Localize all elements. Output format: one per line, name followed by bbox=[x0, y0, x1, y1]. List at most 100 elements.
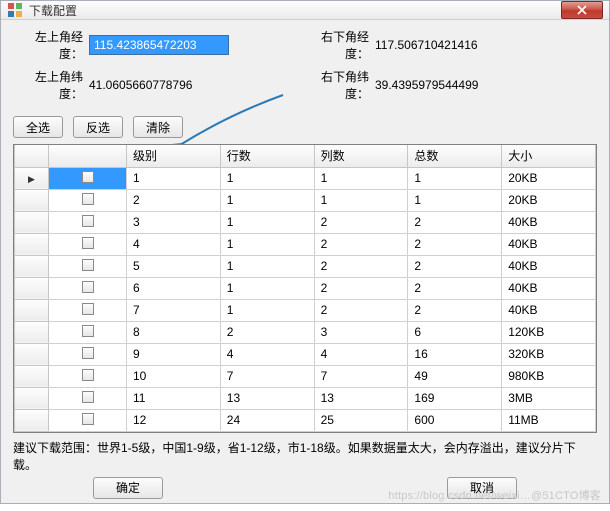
cell-rows[interactable]: 1 bbox=[220, 167, 314, 189]
cell-size[interactable]: 40KB bbox=[502, 299, 596, 321]
cell-cols[interactable]: 1 bbox=[314, 189, 408, 211]
row-checkbox-cell[interactable] bbox=[49, 409, 127, 431]
cell-cols[interactable]: 2 bbox=[314, 299, 408, 321]
cell-level[interactable]: 10 bbox=[127, 365, 221, 387]
cell-cols[interactable]: 2 bbox=[314, 277, 408, 299]
row-checkbox-cell[interactable] bbox=[49, 255, 127, 277]
cell-total[interactable]: 2 bbox=[408, 299, 502, 321]
cell-total[interactable]: 16 bbox=[408, 343, 502, 365]
cell-size[interactable]: 20KB bbox=[502, 189, 596, 211]
row-header[interactable] bbox=[15, 277, 49, 299]
cell-level[interactable]: 2 bbox=[127, 189, 221, 211]
checkbox-icon[interactable] bbox=[82, 391, 94, 403]
row-header[interactable] bbox=[15, 167, 49, 189]
checkbox-icon[interactable] bbox=[82, 325, 94, 337]
row-header[interactable] bbox=[15, 321, 49, 343]
cell-rows[interactable]: 4 bbox=[220, 343, 314, 365]
cell-level[interactable]: 9 bbox=[127, 343, 221, 365]
cell-level[interactable]: 8 bbox=[127, 321, 221, 343]
cell-rows[interactable]: 1 bbox=[220, 299, 314, 321]
cell-level[interactable]: 11 bbox=[127, 387, 221, 409]
cell-rows[interactable]: 1 bbox=[220, 189, 314, 211]
checkbox-icon[interactable] bbox=[82, 215, 94, 227]
row-checkbox-cell[interactable] bbox=[49, 387, 127, 409]
cell-rows[interactable]: 24 bbox=[220, 409, 314, 431]
checkbox-icon[interactable] bbox=[82, 281, 94, 293]
row-header[interactable] bbox=[15, 255, 49, 277]
cell-total[interactable]: 6 bbox=[408, 321, 502, 343]
cell-total[interactable]: 1 bbox=[408, 167, 502, 189]
close-button[interactable] bbox=[561, 1, 603, 19]
row-checkbox-cell[interactable] bbox=[49, 321, 127, 343]
data-grid[interactable]: 级别 行数 列数 总数 大小 111120KB211120KB312240KB4… bbox=[13, 144, 597, 433]
clear-button[interactable]: 清除 bbox=[133, 116, 183, 138]
cell-rows[interactable]: 1 bbox=[220, 255, 314, 277]
cell-cols[interactable]: 2 bbox=[314, 233, 408, 255]
col-cols[interactable]: 列数 bbox=[314, 145, 408, 167]
row-checkbox-cell[interactable] bbox=[49, 189, 127, 211]
cell-size[interactable]: 980KB bbox=[502, 365, 596, 387]
row-checkbox-cell[interactable] bbox=[49, 365, 127, 387]
row-header[interactable] bbox=[15, 211, 49, 233]
cell-size[interactable]: 20KB bbox=[502, 167, 596, 189]
row-checkbox-cell[interactable] bbox=[49, 233, 127, 255]
row-header[interactable] bbox=[15, 343, 49, 365]
cell-size[interactable]: 40KB bbox=[502, 255, 596, 277]
row-header[interactable] bbox=[15, 233, 49, 255]
cell-size[interactable]: 3MB bbox=[502, 387, 596, 409]
row-checkbox-cell[interactable] bbox=[49, 343, 127, 365]
cell-total[interactable]: 49 bbox=[408, 365, 502, 387]
col-total[interactable]: 总数 bbox=[408, 145, 502, 167]
row-checkbox-cell[interactable] bbox=[49, 211, 127, 233]
invert-select-button[interactable]: 反选 bbox=[73, 116, 123, 138]
ok-button[interactable]: 确定 bbox=[93, 477, 163, 499]
cell-total[interactable]: 1 bbox=[408, 189, 502, 211]
checkbox-icon[interactable] bbox=[82, 413, 94, 425]
checkbox-icon[interactable] bbox=[82, 193, 94, 205]
col-rows[interactable]: 行数 bbox=[220, 145, 314, 167]
cell-level[interactable]: 12 bbox=[127, 409, 221, 431]
table-row[interactable]: 412240KB bbox=[15, 233, 596, 255]
row-checkbox-cell[interactable] bbox=[49, 277, 127, 299]
row-header[interactable] bbox=[15, 409, 49, 431]
row-checkbox-cell[interactable] bbox=[49, 299, 127, 321]
cell-rows[interactable]: 1 bbox=[220, 211, 314, 233]
tl-lon-input[interactable] bbox=[89, 35, 229, 55]
cell-level[interactable]: 5 bbox=[127, 255, 221, 277]
cell-level[interactable]: 1 bbox=[127, 167, 221, 189]
checkbox-icon[interactable] bbox=[82, 259, 94, 271]
table-row[interactable]: 8236120KB bbox=[15, 321, 596, 343]
cell-cols[interactable]: 2 bbox=[314, 211, 408, 233]
checkbox-icon[interactable] bbox=[82, 303, 94, 315]
cell-size[interactable]: 11MB bbox=[502, 409, 596, 431]
cell-cols[interactable]: 4 bbox=[314, 343, 408, 365]
cell-cols[interactable]: 13 bbox=[314, 387, 408, 409]
cell-size[interactable]: 40KB bbox=[502, 233, 596, 255]
cell-size[interactable]: 40KB bbox=[502, 211, 596, 233]
table-row[interactable]: 12242560011MB bbox=[15, 409, 596, 431]
cell-total[interactable]: 2 bbox=[408, 277, 502, 299]
table-row[interactable]: 107749980KB bbox=[15, 365, 596, 387]
cell-level[interactable]: 3 bbox=[127, 211, 221, 233]
checkbox-icon[interactable] bbox=[82, 347, 94, 359]
cell-total[interactable]: 2 bbox=[408, 211, 502, 233]
cell-size[interactable]: 120KB bbox=[502, 321, 596, 343]
cell-rows[interactable]: 1 bbox=[220, 233, 314, 255]
checkbox-icon[interactable] bbox=[82, 237, 94, 249]
table-row[interactable]: 712240KB bbox=[15, 299, 596, 321]
row-header[interactable] bbox=[15, 189, 49, 211]
cell-total[interactable]: 2 bbox=[408, 233, 502, 255]
table-row[interactable]: 612240KB bbox=[15, 277, 596, 299]
cell-total[interactable]: 169 bbox=[408, 387, 502, 409]
cell-cols[interactable]: 7 bbox=[314, 365, 408, 387]
select-all-button[interactable]: 全选 bbox=[13, 116, 63, 138]
table-row[interactable]: 211120KB bbox=[15, 189, 596, 211]
cell-total[interactable]: 2 bbox=[408, 255, 502, 277]
cancel-button[interactable]: 取消 bbox=[447, 477, 517, 499]
cell-cols[interactable]: 3 bbox=[314, 321, 408, 343]
cell-level[interactable]: 6 bbox=[127, 277, 221, 299]
col-level[interactable]: 级别 bbox=[127, 145, 221, 167]
table-row[interactable]: 111120KB bbox=[15, 167, 596, 189]
cell-cols[interactable]: 1 bbox=[314, 167, 408, 189]
cell-cols[interactable]: 2 bbox=[314, 255, 408, 277]
